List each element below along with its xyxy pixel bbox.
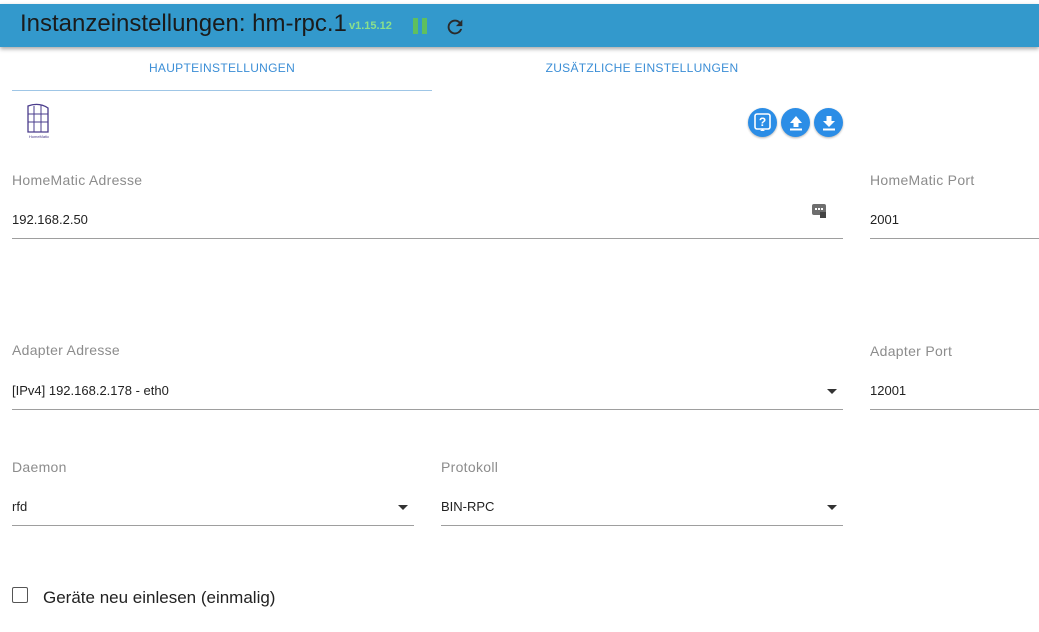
ip-select-icon[interactable] [811, 203, 827, 219]
homematic-address-label: HomeMatic Adresse [12, 172, 143, 188]
homematic-logo: HomeMatic [27, 103, 49, 139]
refresh-icon[interactable] [444, 16, 466, 38]
homematic-port-field[interactable]: 2001 [870, 206, 1039, 239]
homematic-address-field[interactable]: 192.168.2.50 [12, 203, 843, 239]
page-title: Instanzeinstellungen: hm-rpc.1 [20, 10, 347, 37]
chevron-down-icon [398, 505, 408, 510]
help-icon-glyph: ? [759, 115, 766, 129]
chevron-down-icon [827, 505, 837, 510]
pause-icon[interactable] [412, 17, 428, 35]
chevron-down-icon [827, 389, 837, 394]
daemon-select[interactable]: rfd [12, 493, 414, 526]
adapter-address-value: [IPv4] 192.168.2.178 - eth0 [12, 383, 169, 398]
header-bar: Instanzeinstellungen: hm-rpc.1 v1.15.12 [0, 4, 1039, 47]
download-icon [822, 115, 835, 130]
protocol-select[interactable]: BIN-RPC [441, 493, 843, 526]
adapter-port-label: Adapter Port [870, 343, 953, 359]
rescan-devices-label: Geräte neu einlesen (einmalig) [43, 588, 276, 607]
adapter-address-label: Adapter Adresse [12, 342, 121, 358]
homematic-logo-text: HomeMatic [29, 134, 49, 139]
adapter-port-field[interactable]: 12001 [870, 377, 1039, 410]
download-button[interactable] [814, 108, 843, 137]
homematic-address-value: 192.168.2.50 [12, 212, 88, 227]
upload-icon [789, 115, 802, 130]
rescan-devices-checkbox[interactable] [12, 587, 28, 603]
protocol-value: BIN-RPC [441, 499, 495, 514]
protocol-label: Protokoll [441, 459, 499, 475]
tab-main-settings[interactable]: HAUPTEINSTELLUNGEN [12, 47, 432, 91]
daemon-label: Daemon [12, 459, 67, 475]
version-badge: v1.15.12 [349, 20, 392, 32]
daemon-value: rfd [12, 499, 28, 514]
help-button[interactable]: ? [748, 108, 777, 137]
tab-additional-settings[interactable]: ZUSÄTZLICHE EINSTELLUNGEN [432, 47, 852, 90]
adapter-address-select[interactable]: [IPv4] 192.168.2.178 - eth0 [12, 377, 843, 410]
adapter-port-value: 12001 [870, 383, 907, 398]
homematic-port-label: HomeMatic Port [870, 172, 975, 188]
help-icon: ? [754, 113, 771, 131]
homematic-port-value: 2001 [870, 212, 899, 227]
upload-button[interactable] [781, 108, 810, 137]
